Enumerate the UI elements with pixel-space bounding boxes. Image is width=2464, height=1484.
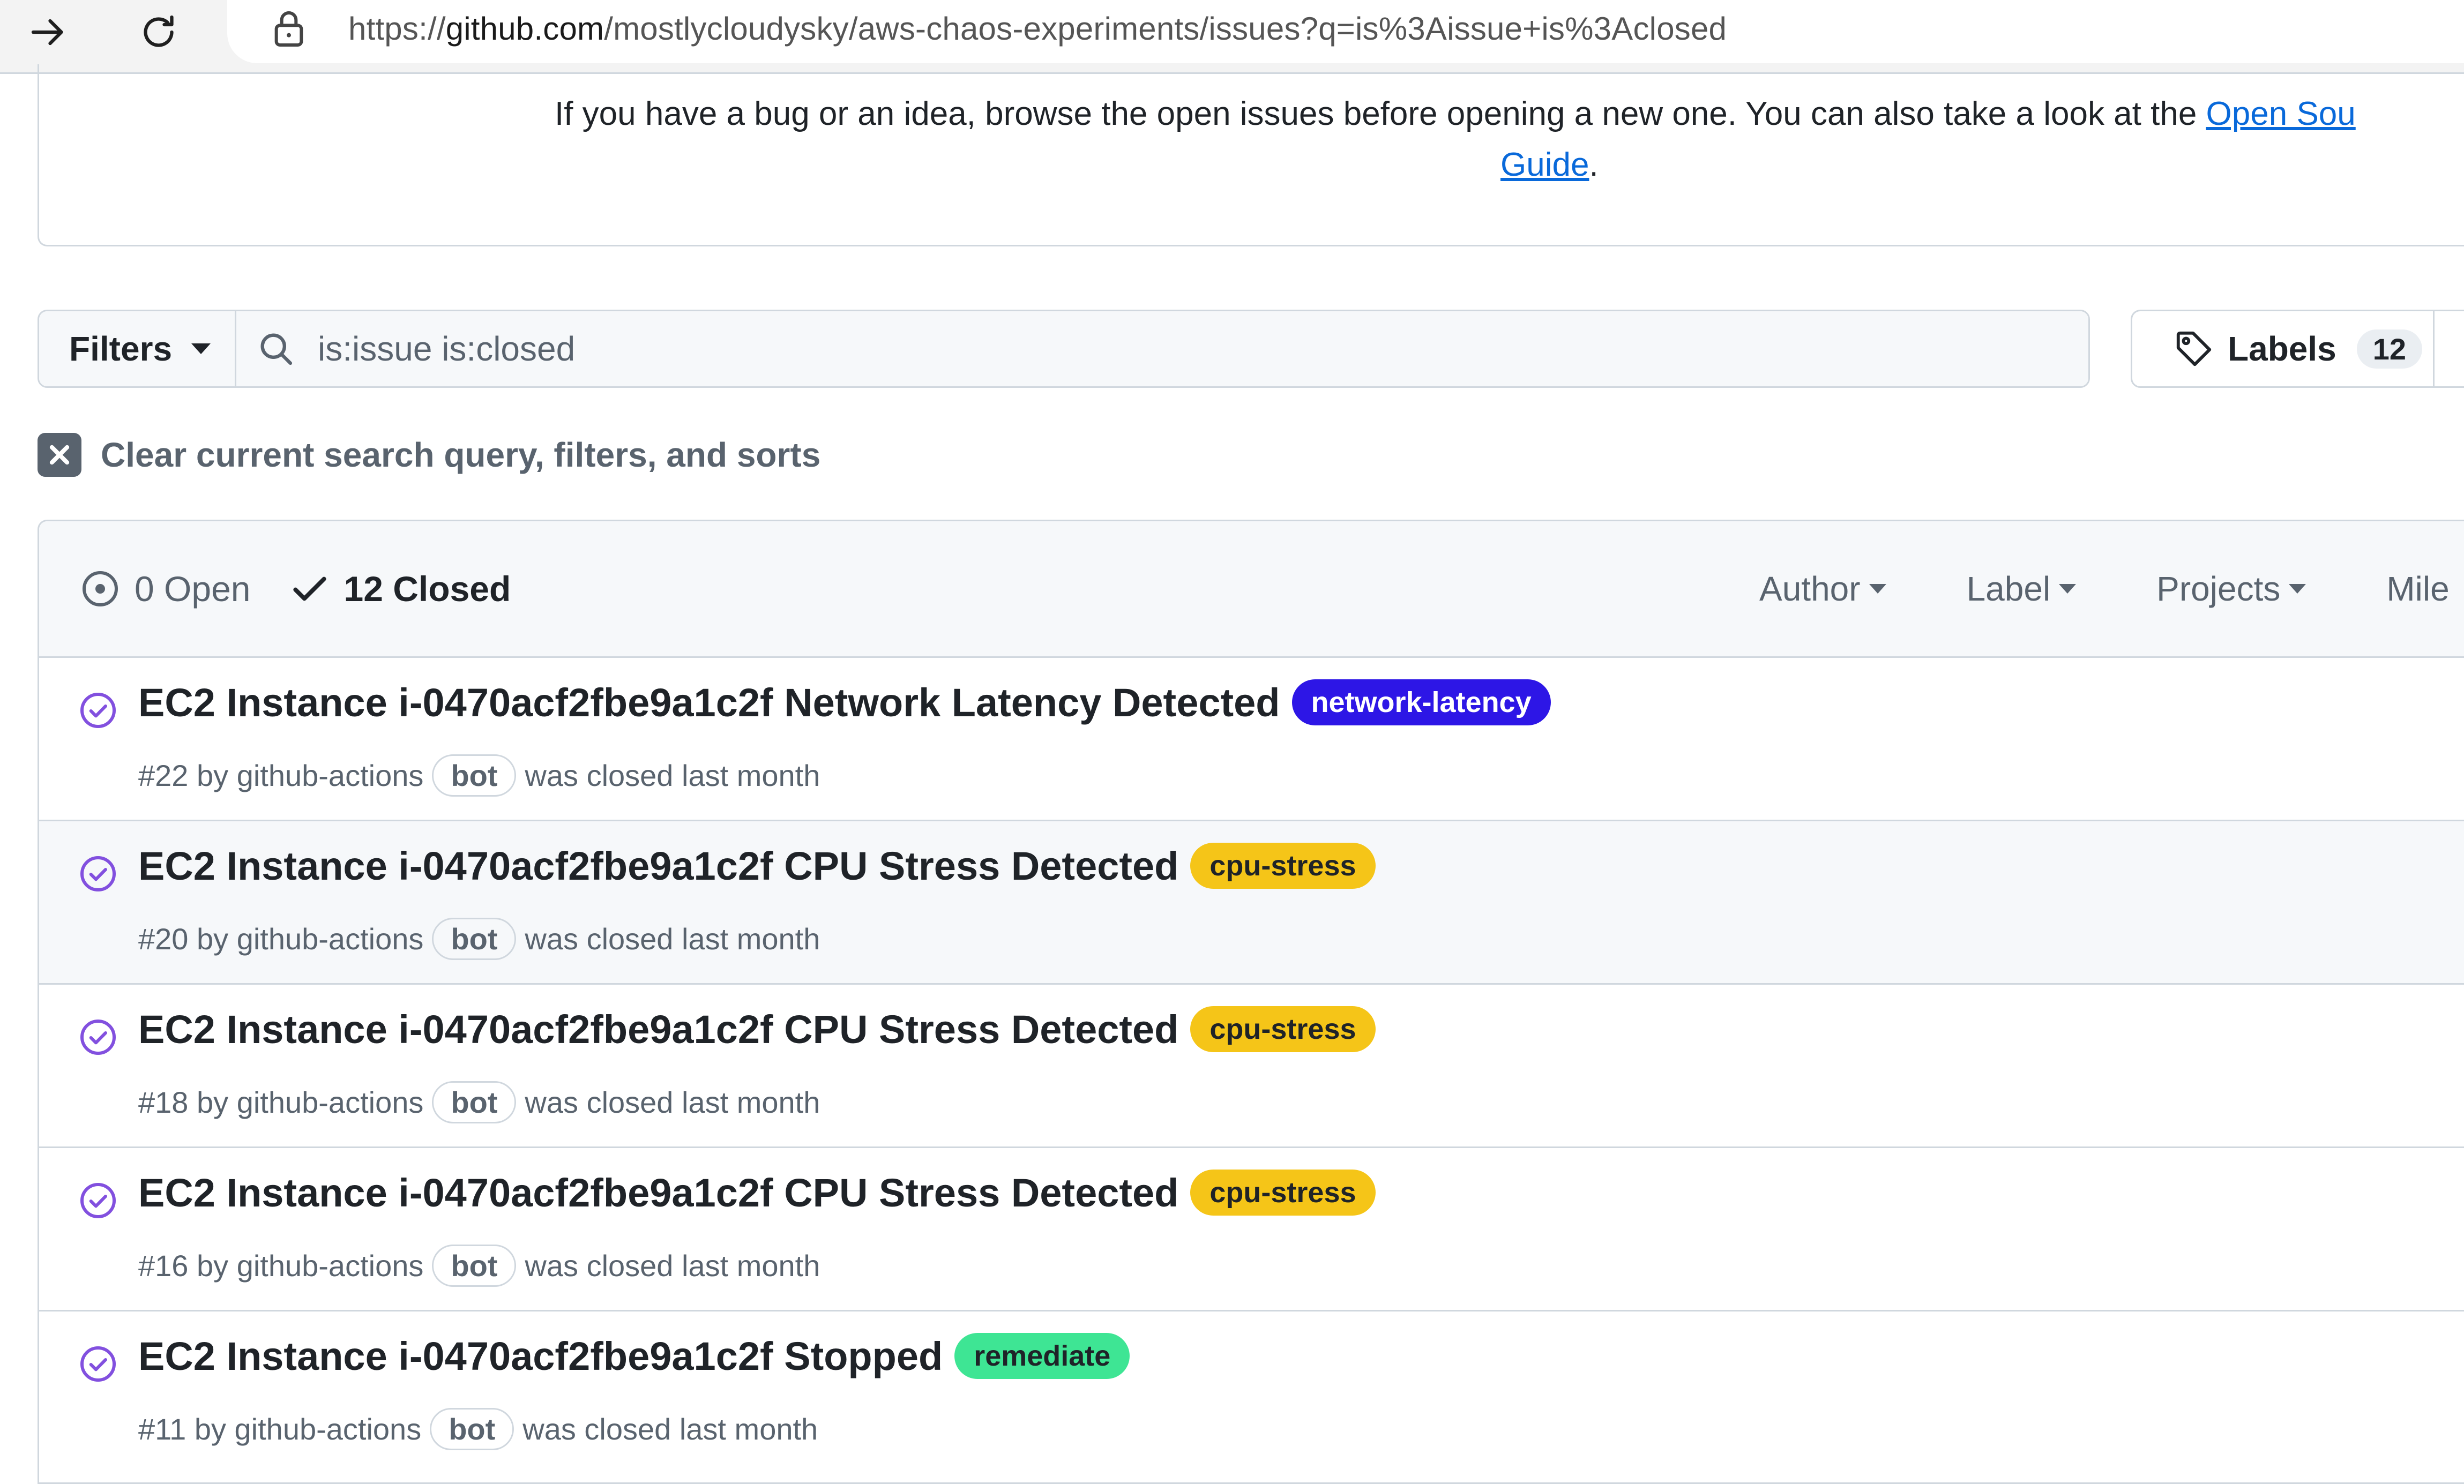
reload-icon bbox=[144, 15, 174, 47]
projects-filter[interactable]: Projects bbox=[2156, 569, 2306, 609]
issue-closed-icon bbox=[80, 1346, 116, 1382]
search-input[interactable] bbox=[317, 328, 1927, 369]
reload-button[interactable] bbox=[126, 0, 191, 64]
issue-meta: #20 by github-actions bot was closed las… bbox=[138, 918, 820, 960]
issue-row[interactable]: EC2 Instance i-0470acf2fbe9a1c2f Network… bbox=[39, 658, 2464, 821]
label-filter[interactable]: Label bbox=[1967, 569, 2077, 609]
closed-issues-label: 12 Closed bbox=[344, 569, 511, 609]
issues-list-header: 0 Open 12 Closed Author Label Projects M… bbox=[39, 521, 2464, 658]
search-icon bbox=[260, 333, 293, 365]
issue-title-line: EC2 Instance i-0470acf2fbe9a1c2f Stopped… bbox=[138, 1333, 1130, 1379]
issue-meta: #16 by github-actions bot was closed las… bbox=[138, 1245, 820, 1287]
issue-number-author[interactable]: #11 by github-actions bbox=[138, 1412, 421, 1446]
issue-label[interactable]: remediate bbox=[954, 1333, 1130, 1379]
address-bar[interactable]: https://github.com/mostlycloudysky/aws-c… bbox=[227, 0, 2464, 63]
bot-badge: bot bbox=[430, 1408, 514, 1450]
filters-button-label: Filters bbox=[69, 329, 173, 368]
issue-title-link[interactable]: EC2 Instance i-0470acf2fbe9a1c2f CPU Str… bbox=[138, 843, 1178, 889]
clear-filters-text[interactable]: Clear current search query, filters, and… bbox=[101, 435, 820, 475]
issue-row[interactable]: EC2 Instance i-0470acf2fbe9a1c2f CPU Str… bbox=[39, 985, 2464, 1148]
issue-meta: #22 by github-actions bot was closed las… bbox=[138, 754, 820, 797]
issue-closed-icon bbox=[80, 856, 116, 891]
milestones-filter[interactable]: Mile bbox=[2386, 569, 2449, 609]
issues-filter-bar: Filters bbox=[38, 310, 2090, 388]
notice-text: If you have a bug or an idea, browse the… bbox=[555, 88, 2464, 140]
clear-x-icon[interactable] bbox=[38, 433, 81, 477]
issues-list: 0 Open 12 Closed Author Label Projects M… bbox=[38, 520, 2464, 1484]
caret-down-icon bbox=[1869, 584, 1886, 594]
url-host: github.com bbox=[445, 11, 604, 47]
issue-closed-time: was closed last month bbox=[525, 759, 820, 792]
forward-arrow-icon bbox=[31, 19, 63, 46]
issue-title-line: EC2 Instance i-0470acf2fbe9a1c2f CPU Str… bbox=[138, 1170, 1376, 1216]
issue-opened-icon bbox=[83, 571, 118, 606]
notice-period: . bbox=[1589, 146, 1599, 183]
issue-label[interactable]: cpu-stress bbox=[1190, 1006, 1376, 1052]
bot-badge: bot bbox=[432, 1081, 517, 1123]
author-filter[interactable]: Author bbox=[1759, 569, 1886, 609]
milestones-filter-label: Mile bbox=[2386, 569, 2450, 608]
issue-meta: #11 by github-actions bot was closed las… bbox=[138, 1408, 818, 1450]
closed-issues-tab[interactable]: 12 Closed bbox=[288, 567, 511, 610]
open-issues-tab[interactable]: 0 Open bbox=[79, 567, 251, 610]
check-icon bbox=[293, 576, 326, 601]
clear-filters-link[interactable]: Clear current search query, filters, and… bbox=[38, 433, 820, 477]
issue-title-link[interactable]: EC2 Instance i-0470acf2fbe9a1c2f CPU Str… bbox=[138, 1007, 1178, 1052]
url-prefix: https:// bbox=[348, 11, 446, 47]
issue-label[interactable]: cpu-stress bbox=[1190, 1170, 1376, 1216]
issue-closed-icon bbox=[80, 1183, 116, 1218]
author-filter-label: Author bbox=[1759, 569, 1861, 608]
issue-state-toggle: 0 Open 12 Closed bbox=[79, 521, 511, 656]
guide-link[interactable]: Guide bbox=[1500, 146, 1589, 183]
notice-body: If you have a bug or an idea, browse the… bbox=[555, 95, 2197, 132]
projects-filter-label: Projects bbox=[2156, 569, 2281, 608]
issue-row[interactable]: EC2 Instance i-0470acf2fbe9a1c2f Stopped… bbox=[39, 1311, 2464, 1473]
bot-badge: bot bbox=[432, 754, 517, 797]
label-filter-label: Label bbox=[1966, 569, 2051, 608]
lock-icon[interactable] bbox=[270, 8, 308, 50]
issue-closed-time: was closed last month bbox=[522, 1412, 818, 1446]
issue-label[interactable]: network-latency bbox=[1291, 679, 1551, 725]
caret-down-icon bbox=[2059, 584, 2077, 594]
issue-label[interactable]: cpu-stress bbox=[1190, 843, 1376, 889]
issue-number-author[interactable]: #22 by github-actions bbox=[138, 758, 423, 793]
issue-number-author[interactable]: #16 by github-actions bbox=[138, 1248, 423, 1283]
issue-title-link[interactable]: EC2 Instance i-0470acf2fbe9a1c2f CPU Str… bbox=[138, 1170, 1178, 1216]
issue-number-author[interactable]: #18 by github-actions bbox=[138, 1085, 423, 1120]
labels-button[interactable]: Labels 12 bbox=[2131, 310, 2464, 388]
bot-badge: bot bbox=[432, 918, 517, 960]
url-path: /mostlycloudysky/aws-chaos-experiments/i… bbox=[604, 11, 1727, 47]
labels-count-badge: 12 bbox=[2356, 329, 2423, 369]
open-issues-label: 0 Open bbox=[135, 569, 251, 609]
issue-title-line: EC2 Instance i-0470acf2fbe9a1c2f CPU Str… bbox=[138, 1006, 1376, 1052]
issue-header-filters: Author Label Projects Mile bbox=[1759, 521, 2464, 656]
issue-title-line: EC2 Instance i-0470acf2fbe9a1c2f CPU Str… bbox=[138, 843, 1376, 889]
notice-guide-line: Guide. bbox=[1500, 139, 1599, 191]
issue-closed-time: was closed last month bbox=[525, 1085, 820, 1119]
search-field[interactable] bbox=[236, 311, 2088, 386]
issue-closed-time: was closed last month bbox=[525, 922, 820, 956]
caret-down-icon bbox=[191, 343, 211, 354]
issue-title-line: EC2 Instance i-0470acf2fbe9a1c2f Network… bbox=[138, 679, 1551, 725]
bot-badge: bot bbox=[432, 1245, 517, 1287]
tag-icon bbox=[2176, 331, 2212, 366]
issue-title-link[interactable]: EC2 Instance i-0470acf2fbe9a1c2f Stopped bbox=[138, 1333, 943, 1379]
forward-button[interactable] bbox=[16, 0, 80, 64]
open-source-guide-link[interactable]: Open Sou bbox=[2206, 95, 2356, 132]
issue-row[interactable]: EC2 Instance i-0470acf2fbe9a1c2f CPU Str… bbox=[39, 821, 2464, 985]
caret-down-icon bbox=[2289, 584, 2306, 594]
url-text[interactable]: https://github.com/mostlycloudysky/aws-c… bbox=[348, 8, 1727, 50]
browser-toolbar: https://github.com/mostlycloudysky/aws-c… bbox=[0, 0, 2464, 74]
labels-button-label: Labels bbox=[2228, 329, 2336, 368]
labels-milestones-divider bbox=[2433, 310, 2435, 388]
issue-closed-icon bbox=[80, 693, 116, 728]
issue-closed-icon bbox=[80, 1020, 116, 1055]
issue-title-link[interactable]: EC2 Instance i-0470acf2fbe9a1c2f Network… bbox=[138, 680, 1280, 725]
issue-row[interactable]: EC2 Instance i-0470acf2fbe9a1c2f CPU Str… bbox=[39, 1148, 2464, 1311]
filters-button[interactable]: Filters bbox=[39, 311, 236, 386]
issue-number-author[interactable]: #20 by github-actions bbox=[138, 921, 423, 956]
issue-closed-time: was closed last month bbox=[525, 1249, 820, 1283]
issue-meta: #18 by github-actions bot was closed las… bbox=[138, 1081, 820, 1123]
